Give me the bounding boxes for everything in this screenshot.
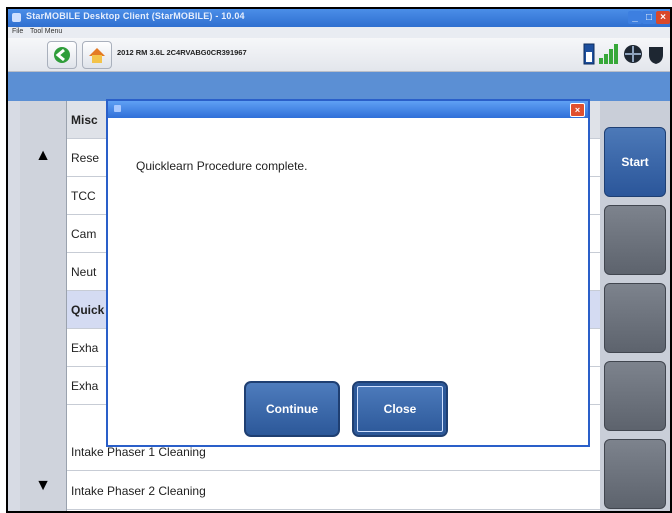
app-icon xyxy=(12,13,21,22)
action-panel: Start xyxy=(600,101,670,511)
window-frame: StarMOBILE Desktop Client (StarMOBILE) -… xyxy=(6,7,672,513)
continue-button[interactable]: Continue xyxy=(244,381,340,437)
column-divider xyxy=(66,101,67,511)
home-icon xyxy=(89,48,105,63)
action-button-4[interactable] xyxy=(604,361,666,431)
vehicle-info: 2012 RM 3.6L 2C4RVABG0CR391967 xyxy=(117,48,247,57)
action-button-3[interactable] xyxy=(604,283,666,353)
title-bar: StarMOBILE Desktop Client (StarMOBILE) -… xyxy=(8,9,670,27)
action-button-2[interactable] xyxy=(604,205,666,275)
minimize-icon[interactable]: _ xyxy=(628,11,642,24)
dialog-app-icon xyxy=(114,105,121,112)
window-title: StarMOBILE Desktop Client (StarMOBILE) -… xyxy=(26,11,245,21)
close-button[interactable]: Close xyxy=(352,381,448,437)
back-icon xyxy=(54,47,70,63)
start-button[interactable]: Start xyxy=(604,127,666,197)
scroll-up-button[interactable]: ▲ xyxy=(26,141,60,171)
scroll-down-button[interactable]: ▼ xyxy=(26,471,60,501)
battery-icon xyxy=(583,43,595,65)
action-button-5[interactable] xyxy=(604,439,666,509)
menu-file[interactable]: File xyxy=(12,28,23,35)
header-band xyxy=(8,72,670,101)
close-window-icon[interactable]: × xyxy=(656,11,670,24)
menu-bar: File Tool Menu xyxy=(8,27,670,38)
shield-icon xyxy=(649,47,663,64)
back-button[interactable] xyxy=(47,41,77,69)
result-dialog: × Quicklearn Procedure complete. Continu… xyxy=(106,99,590,447)
dialog-title-bar: × xyxy=(108,101,588,118)
list-item[interactable]: Intake Phaser 2 Cleaning xyxy=(66,472,600,510)
home-button[interactable] xyxy=(82,41,112,69)
toolbar: 2012 RM 3.6L 2C4RVABG0CR391967 xyxy=(8,38,670,72)
network-icon xyxy=(624,45,642,63)
signal-icon xyxy=(599,44,618,64)
close-icon[interactable]: × xyxy=(570,103,585,117)
maximize-icon[interactable]: □ xyxy=(642,11,656,24)
menu-tool-menu[interactable]: Tool Menu xyxy=(30,28,62,35)
app-window: StarMOBILE Desktop Client (StarMOBILE) -… xyxy=(8,9,670,511)
dialog-message: Quicklearn Procedure complete. xyxy=(136,159,308,173)
scroll-column: ▲ ▼ xyxy=(20,101,66,511)
